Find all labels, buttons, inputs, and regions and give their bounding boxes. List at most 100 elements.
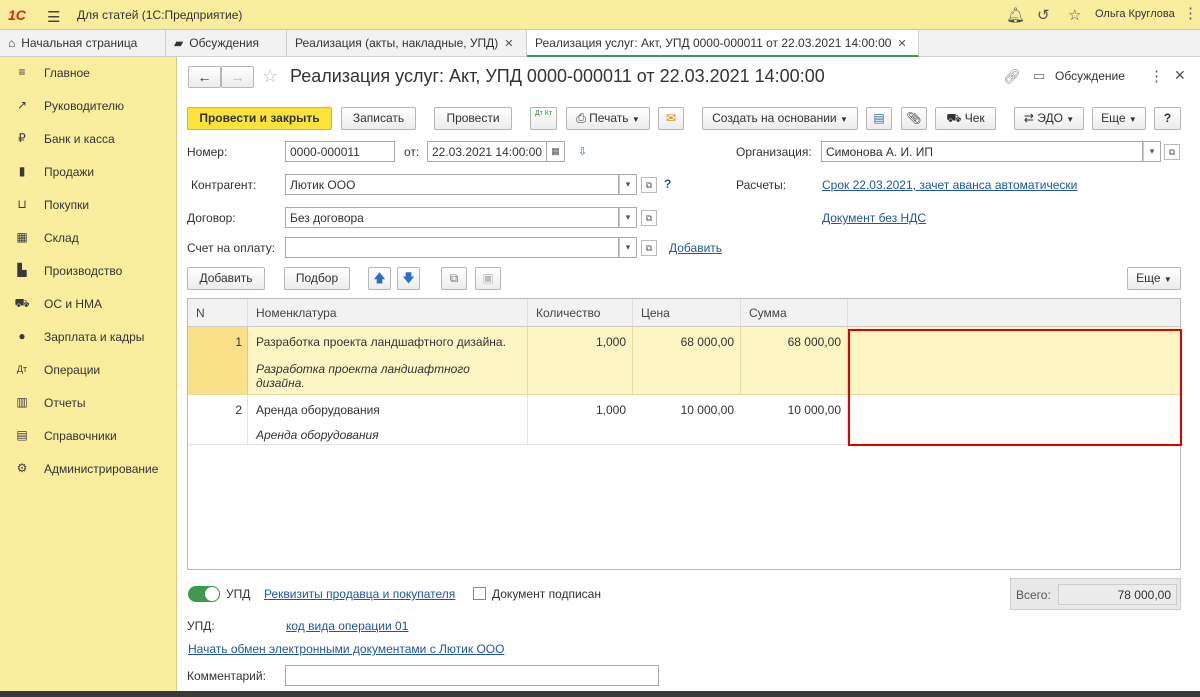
pick-button[interactable]: Подбор [284,267,350,290]
link-icon[interactable]: 🔗︎ [1003,68,1021,85]
upd-toggle[interactable] [188,586,220,602]
sidebar-item-operations[interactable]: Дт Операции [0,359,176,383]
calendar-icon[interactable]: ▦ [547,141,565,162]
vat-document-link[interactable]: Документ без НДС [822,211,926,225]
operation-code-link[interactable]: код вида операции 01 [286,619,408,633]
post-and-close-button[interactable]: Провести и закрыть [187,107,332,130]
open-icon[interactable]: ⧉ [641,210,657,226]
open-icon[interactable]: ⧉ [641,240,657,256]
date-field[interactable]: 22.03.2021 14:00:00 [427,141,547,162]
sidebar-item-production[interactable]: ▙ Производство [0,260,176,284]
close-icon[interactable]: ✕ [1174,67,1186,84]
help-question-link[interactable]: ? [664,177,671,191]
discussion-button[interactable]: Обсуждение [1055,69,1125,83]
tab-discussions[interactable]: ▰ Обсуждения [166,30,287,57]
table-more-button[interactable]: Еще ▼ [1127,267,1181,290]
organization-field[interactable]: Симонова А. И. ИП [821,141,1143,162]
edo-button[interactable]: ⇄ ЭДО ▼ [1014,107,1084,130]
sidebar-item-purchases[interactable]: ⊔ Покупки [0,194,176,218]
add-row-button[interactable]: Добавить [187,267,265,290]
comment-field[interactable] [285,665,659,686]
number-settings-icon[interactable]: ⇩ [578,145,587,158]
document-title: Реализация услуг: Акт, УПД 0000-000011 о… [290,66,825,86]
start-edo-link[interactable]: Начать обмен электронными документами с … [188,642,504,656]
open-icon[interactable]: ⧉ [1164,144,1180,160]
chevron-down-icon[interactable]: ▾ [1143,141,1161,162]
number-field[interactable]: 0000-000011 [285,141,395,162]
star-icon[interactable]: ☆ [1068,6,1081,24]
forward-button[interactable]: → [221,66,254,88]
invoice-field[interactable] [285,237,619,258]
seller-buyer-details-link[interactable]: Реквизиты продавца и покупателя [264,587,455,601]
sidebar-item-admin[interactable]: ⚙ Администрирование [0,458,176,482]
tab-label: Реализация услуг: Акт, УПД 0000-000011 о… [535,36,892,50]
open-icon[interactable]: ⧉ [641,177,657,193]
column-header-price[interactable]: Цена [633,299,741,327]
item-price: 68 000,00 [680,335,734,349]
counterparty-label: Контрагент: [191,178,257,192]
menu-icon[interactable]: ☰ [47,8,60,26]
column-header-empty [848,299,1180,327]
save-button[interactable]: Записать [341,107,416,130]
sidebar-item-assets[interactable]: ⛟ ОС и НМА [0,293,176,317]
bell-icon[interactable]: 🔔︎ [1006,6,1025,24]
close-icon[interactable]: ✕ [504,38,513,50]
structure-button[interactable]: ▤ [866,107,892,130]
invoice-add-link[interactable]: Добавить [669,241,722,255]
date-label: от: [404,145,420,159]
attach-button[interactable]: 📎︎ [901,107,927,130]
home-icon: ⌂ [8,36,16,50]
check-button[interactable]: ⛟ Чек [935,107,996,130]
counterparty-field[interactable]: Лютик ООО [285,174,619,195]
tab-sales-list[interactable]: Реализация (акты, накладные, УПД) ✕ [287,30,527,57]
chevron-down-icon[interactable]: ▾ [619,207,637,228]
item-price: 10 000,00 [680,403,734,417]
column-header-nomenclature[interactable]: Номенклатура [248,299,528,327]
close-icon[interactable]: ✕ [897,38,906,50]
paste-button[interactable]: ▣ [475,267,501,290]
contract-field[interactable]: Без договора [285,207,619,228]
sidebar-item-label: Банк и касса [44,132,115,146]
sidebar-item-salary[interactable]: ● Зарплата и кадры [0,326,176,350]
more-icon[interactable]: ⋮ [1183,4,1198,22]
column-header-quantity[interactable]: Количество [528,299,633,327]
sidebar-item-label: Руководителю [44,99,125,113]
chevron-down-icon[interactable]: ▾ [619,174,637,195]
item-description: Разработка проекта ландшафтного [256,362,470,376]
column-header-sum[interactable]: Сумма [741,299,848,327]
sidebar-item-main[interactable]: ≡ Главное [0,62,176,86]
help-button[interactable]: ? [1154,107,1181,130]
sidebar-item-label: Операции [44,363,101,377]
more-icon[interactable]: ⋮ [1149,67,1164,85]
post-button[interactable]: Провести [434,107,512,130]
paste-icon: ▣ [482,271,494,285]
sidebar-item-reports[interactable]: ▥ Отчеты [0,392,176,416]
print-button[interactable]: ⎙ Печать ▼ [566,107,650,130]
copy-button[interactable]: ⧉ [441,267,467,290]
move-up-button[interactable]: 🡅 [368,267,391,290]
tab-home[interactable]: ⌂ Начальная страница [0,30,166,57]
create-based-on-button[interactable]: Создать на основании ▼ [702,107,858,130]
move-down-button[interactable]: 🡇 [397,267,420,290]
user-name[interactable]: Ольга Круглова [1095,8,1175,20]
column-header-n[interactable]: N [188,299,248,327]
back-button[interactable]: ← [188,66,221,88]
more-button[interactable]: Еще ▼ [1092,107,1146,130]
history-icon[interactable]: ↺ [1037,6,1050,24]
sidebar-item-bank[interactable]: ₽ Банк и касса [0,128,176,152]
signed-checkbox[interactable] [473,587,486,600]
email-button[interactable]: ✉ [658,107,684,130]
chevron-down-icon[interactable]: ▾ [619,237,637,258]
paperclip-icon: 📎︎ [906,111,922,125]
sidebar-item-sales[interactable]: ▮ Продажи [0,161,176,185]
tab-sales-document[interactable]: Реализация услуг: Акт, УПД 0000-000011 о… [527,30,919,57]
sidebar-item-warehouse[interactable]: ▦ Склад [0,227,176,251]
sidebar-item-manager[interactable]: ↗ Руководителю [0,95,176,119]
arrow-up-icon: 🡅 [373,271,386,285]
dtkt-button[interactable]: Дт Кт [530,107,557,130]
sidebar-item-label: Производство [44,264,123,278]
settlements-link[interactable]: Срок 22.03.2021, зачет аванса автоматиче… [822,178,1077,192]
sidebar-item-label: Продажи [44,165,95,179]
sidebar-item-catalogs[interactable]: ▤ Справочники [0,425,176,449]
favorite-star-icon[interactable]: ☆ [262,66,278,87]
